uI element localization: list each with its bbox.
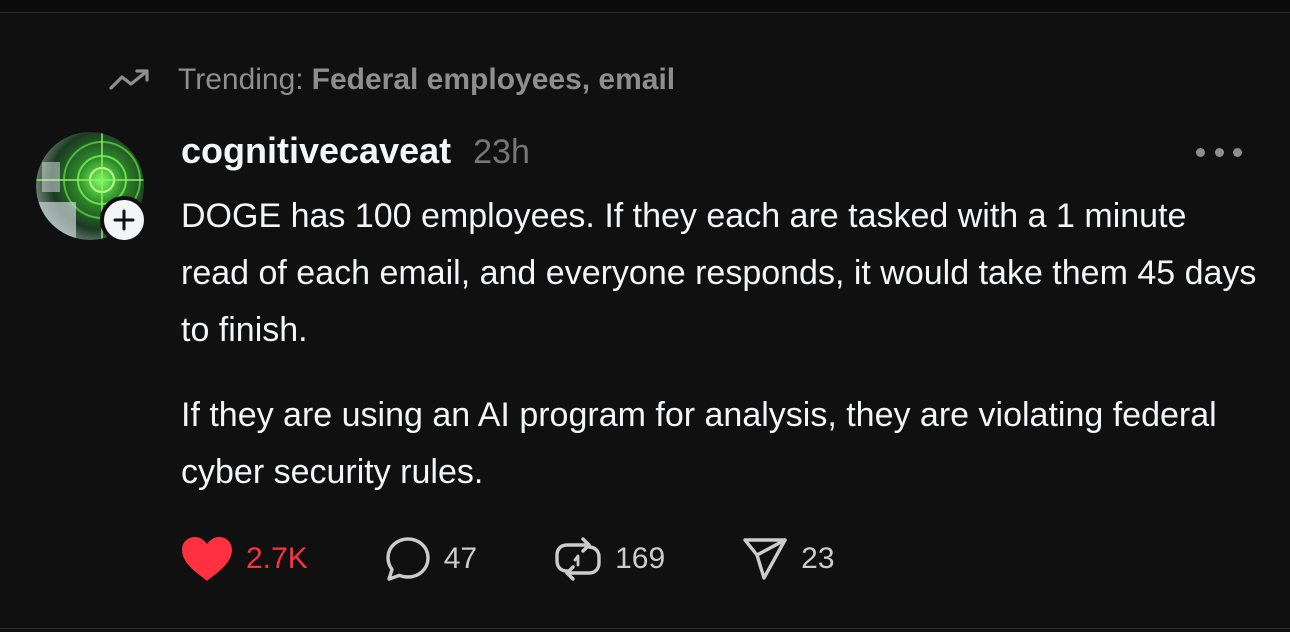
more-dot-icon [1214, 147, 1224, 157]
like-count: 2.7K [246, 542, 308, 575]
heart-icon [182, 537, 232, 581]
top-divider [0, 0, 1290, 13]
reply-button[interactable]: 47 [384, 535, 477, 583]
plus-icon [113, 209, 135, 231]
trending-topic[interactable]: Federal employees, email [312, 63, 676, 97]
repost-button[interactable]: 169 [553, 535, 665, 583]
bottom-divider [0, 628, 1290, 632]
trending-label: Trending: [178, 63, 304, 96]
comment-icon [386, 537, 430, 581]
more-dot-icon [1233, 147, 1242, 157]
timestamp: 23h [473, 133, 530, 171]
repost-icon [555, 537, 601, 581]
post-paragraph: DOGE has 100 employees. If they each are… [181, 197, 1257, 349]
post-paragraph: If they are using an AI program for anal… [181, 396, 1217, 491]
share-button[interactable]: 23 [741, 535, 835, 583]
username[interactable]: cognitivecaveat [181, 130, 451, 172]
like-button[interactable]: 2.7K [180, 535, 308, 583]
post-body: DOGE has 100 employees. If they each are… [181, 188, 1261, 501]
post-header: cognitivecaveat 23h [181, 130, 530, 174]
trending-banner[interactable]: Trending: Federal employees, email [108, 62, 675, 98]
repost-count: 169 [615, 542, 666, 575]
follow-button[interactable] [100, 196, 148, 244]
more-dot-icon [1196, 147, 1205, 157]
send-icon [743, 538, 787, 580]
trending-up-icon [108, 66, 154, 94]
avatar-container[interactable] [36, 132, 148, 244]
reply-count: 47 [443, 542, 478, 575]
action-bar: 2.7K 47 169 23 [180, 533, 835, 585]
share-count: 23 [801, 542, 835, 575]
more-options-button[interactable] [1196, 140, 1242, 164]
